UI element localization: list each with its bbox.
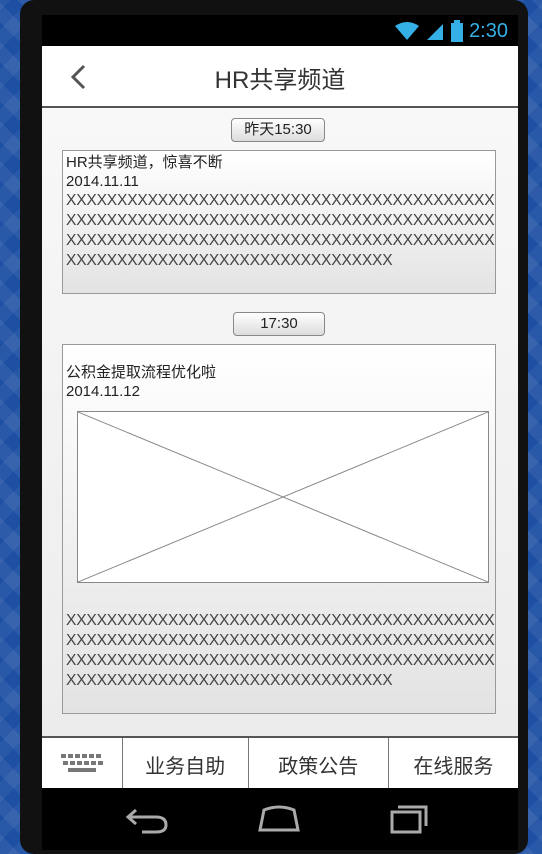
message-body: XXXXXXXXXXXXXXXXXXXXXXXXXXXXXXXXXXXXXXXX… bbox=[66, 192, 495, 269]
tab-online-service[interactable]: 在线服务 bbox=[389, 738, 518, 790]
wifi-icon bbox=[395, 22, 420, 40]
keyboard-icon bbox=[60, 754, 103, 772]
message-card[interactable]: HR共享频道，惊喜不断 2014.11.11 XXXXXXXXXXXXXXXXX… bbox=[62, 150, 496, 294]
message-list[interactable]: 昨天15:30 HR共享频道，惊喜不断 2014.11.11 XXXXXXXXX… bbox=[42, 108, 518, 736]
home-icon[interactable] bbox=[254, 802, 304, 836]
keyboard-toggle-button[interactable] bbox=[42, 738, 123, 790]
message-date: 2014.11.12 bbox=[66, 383, 140, 400]
message-time: 17:30 bbox=[233, 312, 325, 336]
battery-icon bbox=[451, 20, 464, 42]
bottom-tab-bar: 业务自助 政策公告 在线服务 bbox=[42, 736, 518, 790]
message-title: HR共享频道，惊喜不断 bbox=[66, 154, 223, 171]
signal-icon bbox=[427, 24, 444, 40]
back-icon[interactable] bbox=[122, 802, 172, 836]
status-bar: 2:30 bbox=[42, 15, 518, 46]
message-body: XXXXXXXXXXXXXXXXXXXXXXXXXXXXXXXXXXXXXXXX… bbox=[66, 612, 495, 689]
page-title: HR共享频道 bbox=[214, 67, 346, 94]
recent-apps-icon[interactable] bbox=[384, 802, 434, 836]
message-time: 昨天15:30 bbox=[231, 118, 325, 142]
header: HR共享频道 bbox=[42, 46, 518, 108]
app-screen: HR共享频道 昨天15:30 HR共享频道，惊喜不断 2014.11.11 XX… bbox=[42, 46, 518, 790]
tab-policy-notice[interactable]: 政策公告 bbox=[249, 738, 389, 790]
message-date: 2014.11.11 bbox=[66, 173, 139, 190]
system-nav-bar bbox=[42, 788, 518, 850]
image-placeholder[interactable] bbox=[77, 411, 489, 583]
tab-self-service[interactable]: 业务自助 bbox=[123, 738, 249, 790]
message-title: 公积金提取流程优化啦 bbox=[66, 364, 217, 381]
status-time: 2:30 bbox=[469, 19, 508, 42]
message-card[interactable]: 公积金提取流程优化啦 2014.11.12 XXXXXXXXXXXXXXXXXX… bbox=[62, 344, 496, 714]
